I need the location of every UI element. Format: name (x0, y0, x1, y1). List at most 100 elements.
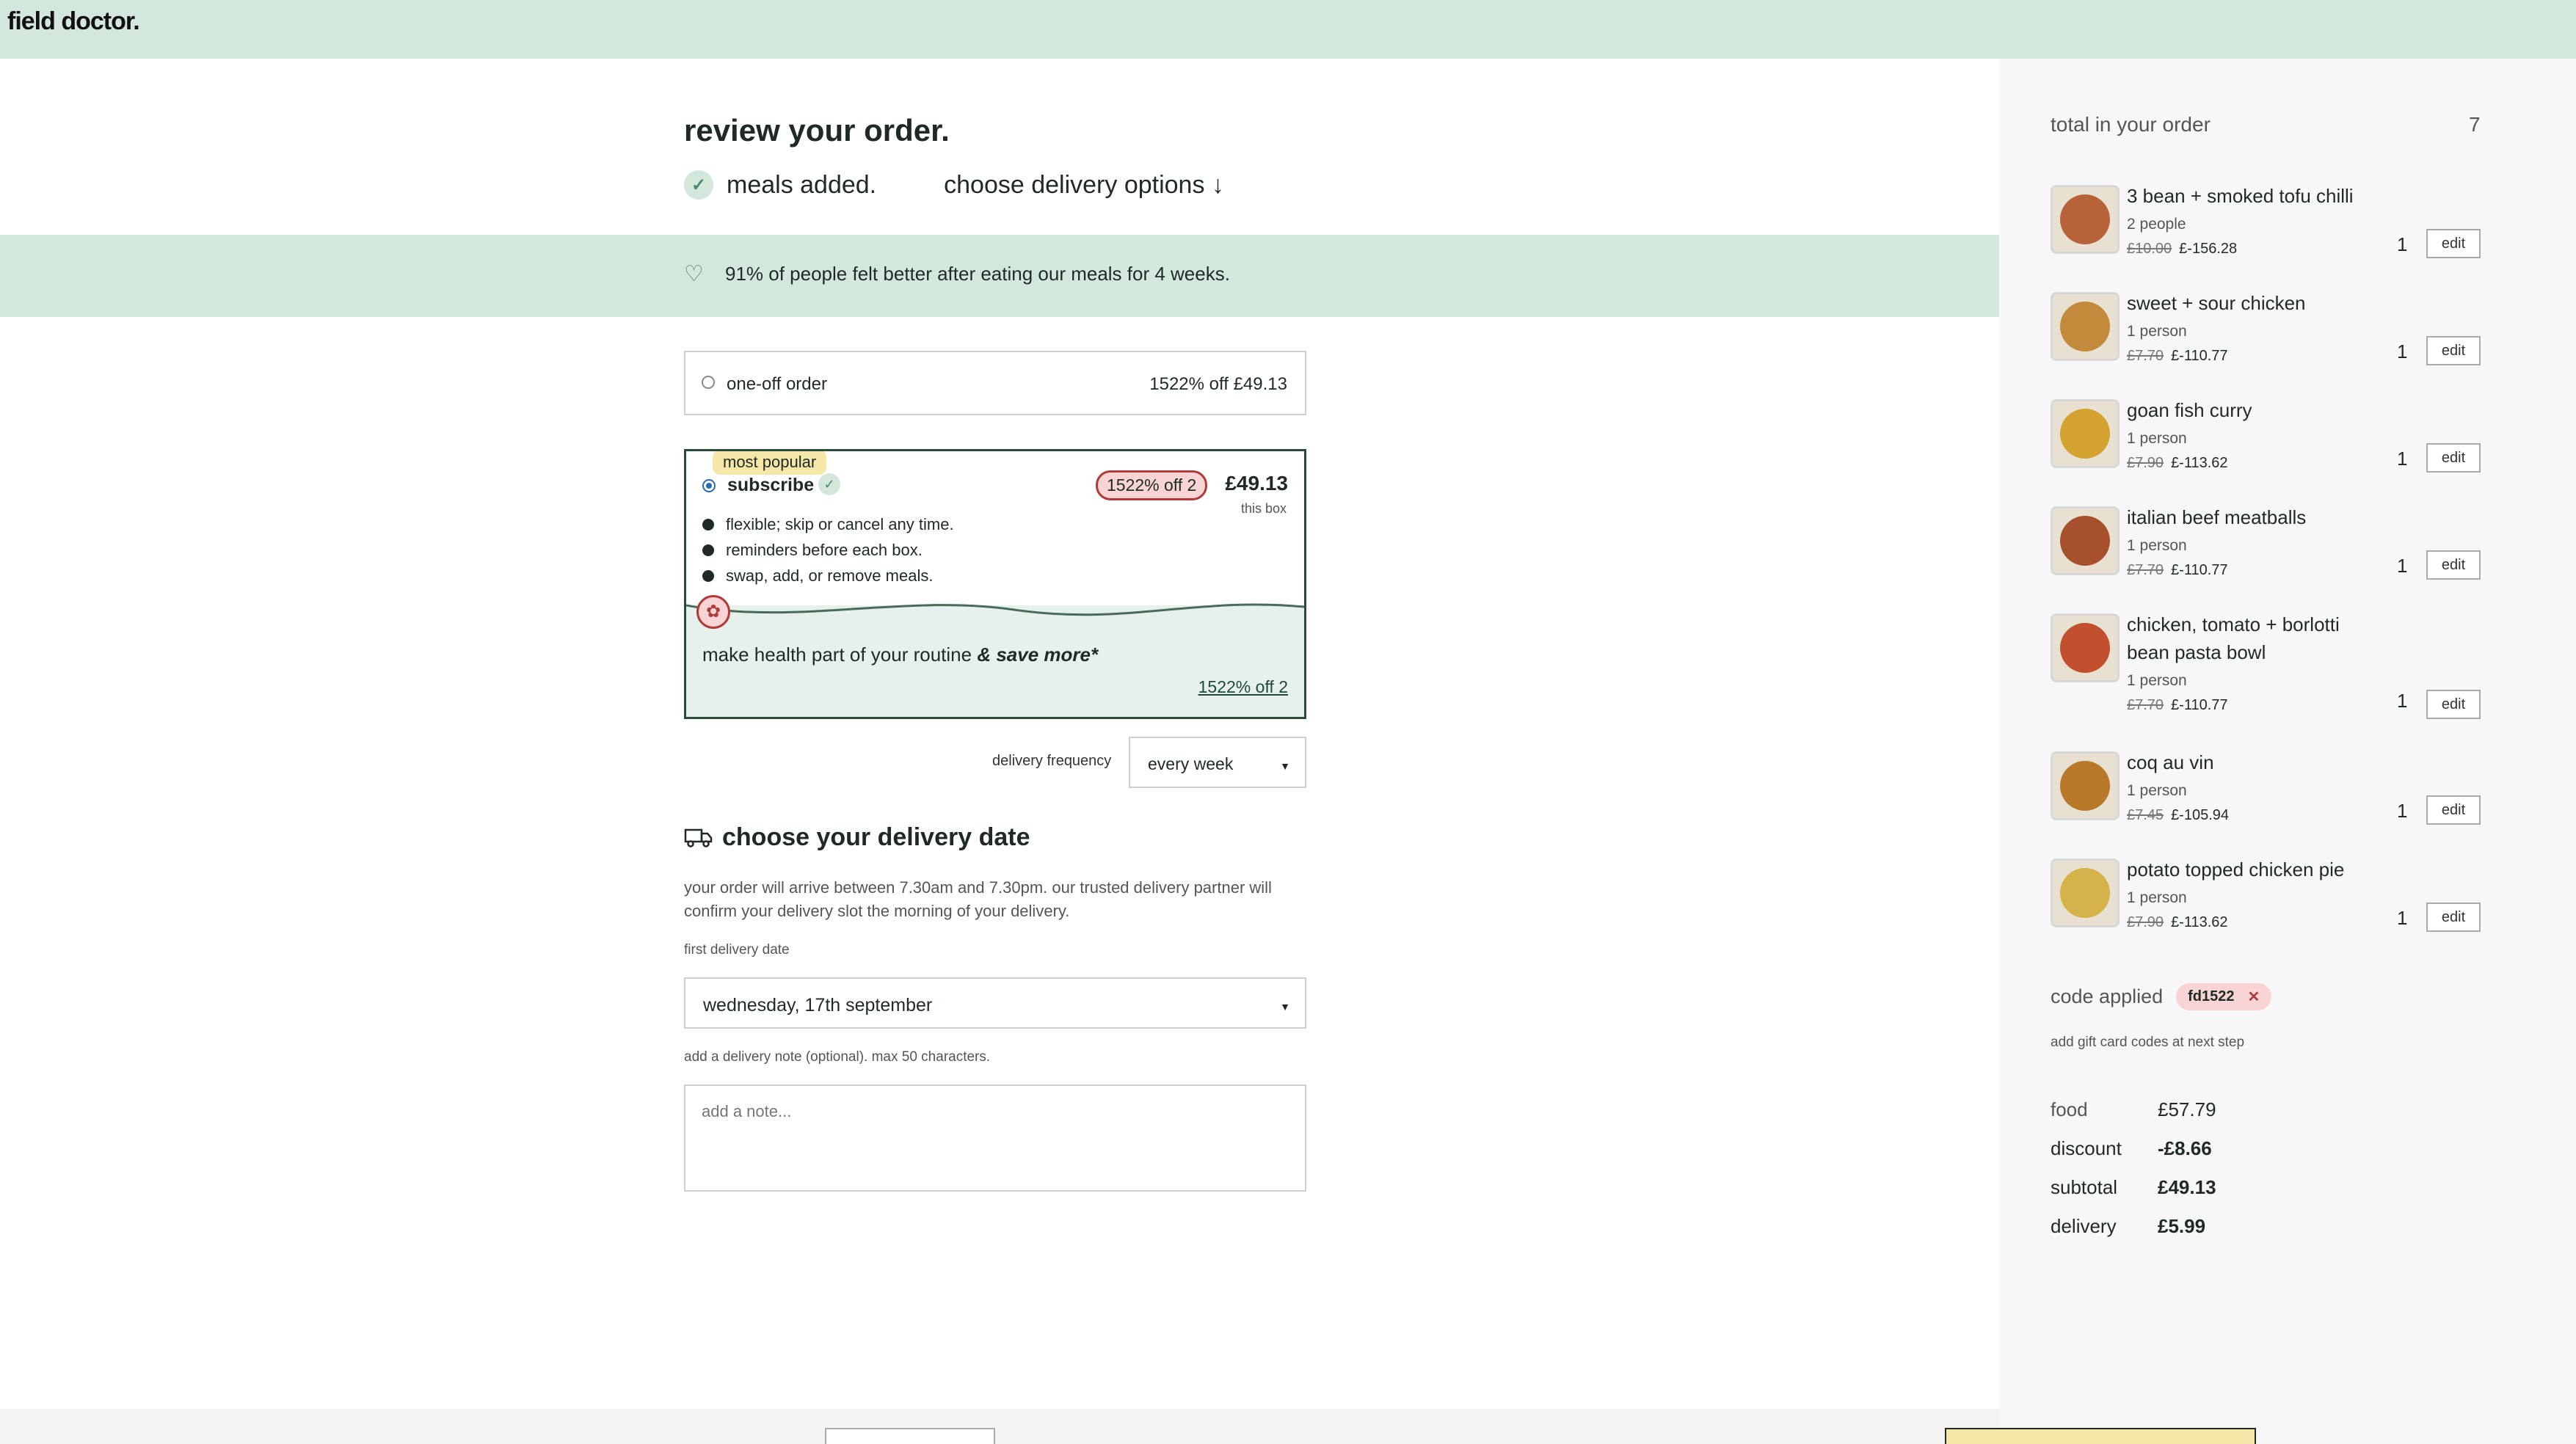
step-meals-added[interactable]: meals added. (727, 171, 876, 200)
meal-prices: £10.00 £-156.28 (2127, 241, 2237, 258)
continue-button[interactable] (1945, 1428, 2256, 1444)
edit-button[interactable]: edit (2426, 795, 2481, 825)
meal-name: coq au vin (2127, 751, 2214, 773)
total-row-food: food £57.79 (2051, 1090, 2216, 1129)
edit-button[interactable]: edit (2426, 690, 2481, 719)
bottom-action-bar (0, 1409, 1999, 1444)
meal-quantity: 1 (2397, 907, 2408, 929)
total-value: -£8.66 (2158, 1137, 2212, 1159)
routine-emphasis: & save more* (977, 643, 1099, 666)
delivery-date-heading: choose your delivery date (684, 823, 1030, 852)
discounted-price: £-110.77 (2171, 348, 2228, 364)
one-off-order-option[interactable]: one-off order 1522% off £49.13 (684, 351, 1306, 415)
step-delivery-options[interactable]: choose delivery options ↓ (944, 171, 1224, 200)
order-item: coq au vin 1 person £7.45 £-105.94 1 edit (2051, 748, 2491, 844)
edit-button[interactable]: edit (2426, 902, 2481, 932)
meal-quantity: 1 (2397, 340, 2408, 362)
bullet-icon (702, 569, 714, 582)
meal-quantity: 1 (2397, 555, 2408, 577)
list-item: flexible; skip or cancel any time. (702, 511, 954, 537)
meal-thumbnail (2051, 185, 2120, 254)
check-icon: ✓ (818, 473, 840, 495)
order-item: sweet + sour chicken 1 person £7.70 £-110… (2051, 289, 2491, 384)
total-row-delivery: delivery £5.99 (2051, 1207, 2216, 1246)
order-item: 3 bean + smoked tofu chilli 2 people £10… (2051, 182, 2491, 277)
discounted-price: £-110.77 (2171, 697, 2228, 713)
discounted-price: £-110.77 (2171, 562, 2228, 578)
benefit-text: reminders before each box. (726, 540, 923, 559)
meal-thumbnail (2051, 858, 2120, 927)
back-button[interactable] (825, 1428, 995, 1444)
page-title: review your order. (684, 113, 950, 147)
subscribe-option[interactable]: subscribe ✓ 1522% off 2 £49.13 this box … (684, 449, 1306, 719)
edit-button[interactable]: edit (2426, 229, 2481, 258)
bullet-icon (702, 518, 714, 530)
meal-prices: £7.70 £-110.77 (2127, 562, 2228, 579)
subscribe-radio[interactable] (702, 479, 716, 492)
original-price: £7.45 (2127, 807, 2164, 823)
subscribe-benefits: flexible; skip or cancel any time. remin… (702, 511, 954, 588)
original-price: £10.00 (2127, 241, 2172, 257)
edit-button[interactable]: edit (2426, 443, 2481, 473)
discount-link[interactable]: 1522% off 2 (1198, 677, 1288, 697)
total-label: subtotal (2051, 1176, 2118, 1198)
order-item-count: 7 (2469, 113, 2481, 136)
meal-thumbnail (2051, 292, 2120, 361)
order-item: chicken, tomato + borlotti bean pasta bo… (2051, 610, 2491, 735)
routine-text: make health part of your routine & save … (702, 643, 1098, 666)
price-note: this box (1240, 501, 1287, 516)
code-applied-label: code applied (2051, 985, 2164, 1007)
order-item: goan fish curry 1 person £7.90 £-113.62 1… (2051, 396, 2491, 492)
discounted-price: £-105.94 (2171, 807, 2230, 823)
frequency-label: delivery frequency (992, 753, 1112, 769)
meal-serves: 1 person (2127, 537, 2187, 554)
meal-quantity: 1 (2397, 690, 2408, 712)
meal-thumbnail (2051, 613, 2120, 682)
original-price: £7.70 (2127, 697, 2164, 713)
meal-prices: £7.90 £-113.62 (2127, 914, 2228, 931)
routine-lead: make health part of your routine (702, 643, 978, 666)
promo-code: fd1522 (2188, 988, 2235, 1004)
original-price: £7.90 (2127, 914, 2164, 930)
meal-serves: 1 person (2127, 889, 2187, 906)
frequency-value: every week (1148, 754, 1234, 773)
total-label: discount (2051, 1137, 2122, 1159)
top-bar: field doctor. (0, 0, 2576, 59)
meal-name: italian beef meatballs (2127, 506, 2307, 528)
order-totals: food £57.79 discount -£8.66 subtotal £49.13… (2051, 1090, 2216, 1246)
code-applied-row: code applied fd1522 ✕ (2051, 983, 2272, 1010)
order-item: italian beef meatballs 1 person £7.70 £-1… (2051, 503, 2491, 599)
gift-card-note: add gift card codes at next step (2051, 1035, 2245, 1050)
check-icon: ✓ (684, 170, 713, 200)
promo-code-badge: fd1522 ✕ (2176, 983, 2272, 1010)
van-icon (684, 828, 713, 847)
medal-icon: ✿ (696, 595, 730, 629)
delivery-description: your order will arrive between 7.30am an… (684, 878, 1272, 920)
bullet-icon (702, 544, 714, 556)
order-steps: ✓ meals added. choose delivery options ↓ (684, 170, 1224, 200)
wave-divider (686, 603, 1304, 627)
meal-name: potato topped chicken pie (2127, 858, 2345, 880)
delivery-date-select[interactable]: wednesday, 17th september ▼ (684, 977, 1306, 1029)
edit-button[interactable]: edit (2426, 550, 2481, 580)
delivery-date-title: choose your delivery date (722, 823, 1030, 851)
meal-serves: 1 person (2127, 782, 2187, 799)
delivery-note-input[interactable] (684, 1084, 1306, 1192)
original-price: £7.70 (2127, 348, 2164, 364)
discounted-price: £-156.28 (2179, 241, 2238, 257)
list-item: reminders before each box. (702, 537, 954, 563)
meal-quantity: 1 (2397, 448, 2408, 470)
total-value: £57.79 (2158, 1098, 2216, 1120)
frequency-select[interactable]: every week ▼ (1129, 737, 1306, 788)
original-price: £7.90 (2127, 455, 2164, 471)
total-value: £5.99 (2158, 1215, 2206, 1237)
discounted-price: £-113.62 (2171, 914, 2228, 930)
meal-name: chicken, tomato + borlotti bean pasta bo… (2127, 613, 2340, 663)
order-item: potato topped chicken pie 1 person £7.90… (2051, 856, 2491, 951)
field-doctor-logo[interactable]: field doctor. (7, 7, 140, 36)
one-off-radio[interactable] (702, 376, 715, 389)
close-icon[interactable]: ✕ (2248, 988, 2260, 1006)
meal-quantity: 1 (2397, 233, 2408, 255)
edit-button[interactable]: edit (2426, 336, 2481, 365)
subscribe-price: £49.13 (1225, 472, 1288, 495)
